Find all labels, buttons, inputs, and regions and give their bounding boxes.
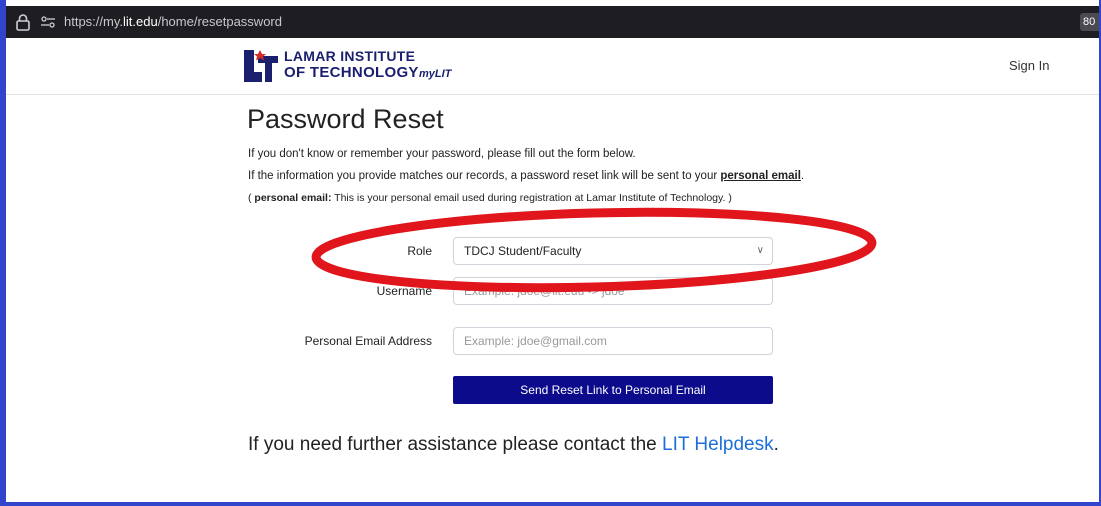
role-selected-value: TDCJ Student/Faculty [464,244,582,258]
site-header: LAMAR INSTITUTE OF TECHNOLOGY myLIT Sign… [6,38,1099,95]
intro-line-1: If you don't know or remember your passw… [248,148,636,160]
sign-in-link[interactable]: Sign In [1009,58,1049,73]
url-host: lit.edu [123,14,158,29]
personal-email-input[interactable]: Example: jdoe@gmail.com [453,327,773,355]
url-text[interactable]: https://my.lit.edu/home/resetpassword [64,14,282,29]
browser-address-bar[interactable]: https://my.lit.edu/home/resetpassword 80 [6,6,1099,38]
site-settings-icon[interactable] [40,14,56,30]
logo-line-1: LAMAR INSTITUTE [284,48,416,64]
chevron-down-icon: ∨ [756,245,764,256]
url-prefix: https://my. [64,14,123,29]
lit-logo[interactable]: LAMAR INSTITUTE OF TECHNOLOGY myLIT [244,46,484,86]
page-title: Password Reset [247,104,444,134]
personal-email-emphasis: personal email [720,170,801,182]
intro-line-2-suffix: . [800,170,805,182]
intro-line-3-text: This is your personal email used during … [331,192,732,204]
help-text: If you need further assistance please co… [248,434,779,456]
send-reset-link-button[interactable]: Send Reset Link to Personal Email [453,376,773,404]
zoom-indicator[interactable]: 80 [1080,13,1099,31]
url-path: /home/resetpassword [157,14,282,29]
logo-mylit: myLIT [419,68,452,80]
intro-line-2: If the information you provide matches o… [248,170,804,182]
help-prefix: If you need further assistance please co… [248,434,663,455]
help-suffix: . [773,434,779,455]
logo-line-2: OF TECHNOLOGY [284,64,419,81]
role-select[interactable]: TDCJ Student/Faculty ∨ [453,237,773,265]
lit-logo-mark-icon [244,50,278,82]
helpdesk-link[interactable]: LIT Helpdesk [662,434,774,455]
role-label: Role [407,244,432,258]
username-input[interactable]: Example: jdoe@lit.edu -> jdoe [453,277,773,305]
lock-icon[interactable] [14,13,32,31]
intro-line-3: ( personal email: This is your personal … [248,192,732,204]
personal-email-label: Personal Email Address [304,334,432,348]
intro-line-3-bold: personal email: [254,192,332,204]
frame-bottom-border [0,502,1101,506]
intro-line-2-prefix: If the information you provide matches o… [248,170,721,182]
username-label: Username [376,284,432,298]
